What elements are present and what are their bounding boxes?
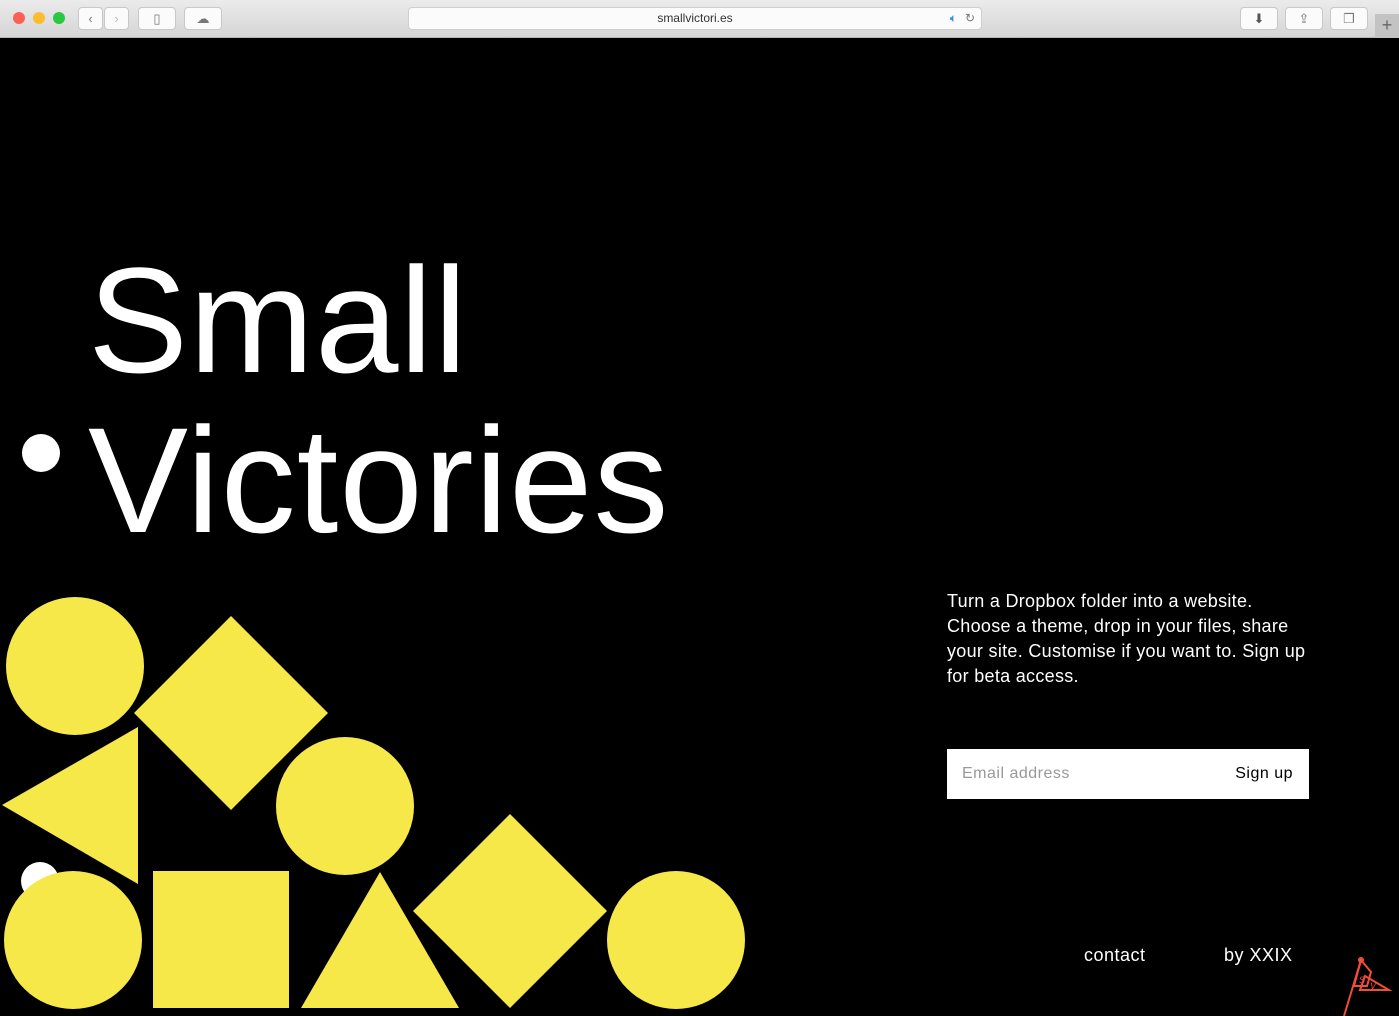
new-tab-icon[interactable]: + — [1375, 14, 1399, 38]
svg-text:S: S — [1359, 975, 1365, 985]
description: Turn a Dropbox folder into a website. Ch… — [947, 591, 1306, 686]
audio-icon[interactable]: 🔈︎ — [950, 8, 957, 29]
signup-form: Sign up — [947, 749, 1309, 799]
yellow-triangle — [2, 727, 138, 884]
yellow-circle — [6, 597, 144, 735]
yellow-circle — [607, 871, 745, 1009]
reload-icon[interactable]: ↻ — [965, 8, 975, 29]
credit-link[interactable]: by XXIX — [1224, 945, 1293, 966]
svg-text:V: V — [1370, 981, 1377, 991]
tabs-icon[interactable]: ❐ — [1330, 7, 1368, 30]
download-icon[interactable]: ⬇ — [1240, 7, 1278, 30]
yellow-circle — [276, 737, 414, 875]
email-input[interactable] — [947, 765, 1236, 783]
yellow-diamond — [413, 814, 607, 1008]
sv-flag-logo[interactable]: S V — [1340, 956, 1399, 1016]
yellow-circle — [4, 871, 142, 1009]
yellow-square — [153, 871, 289, 1008]
contact-link[interactable]: contact — [1084, 945, 1146, 966]
shapes-illustration — [2, 434, 745, 1009]
white-dot — [22, 434, 60, 472]
signup-button[interactable]: Sign up — [1235, 765, 1309, 783]
share-icon[interactable]: ⇪ — [1285, 7, 1323, 30]
